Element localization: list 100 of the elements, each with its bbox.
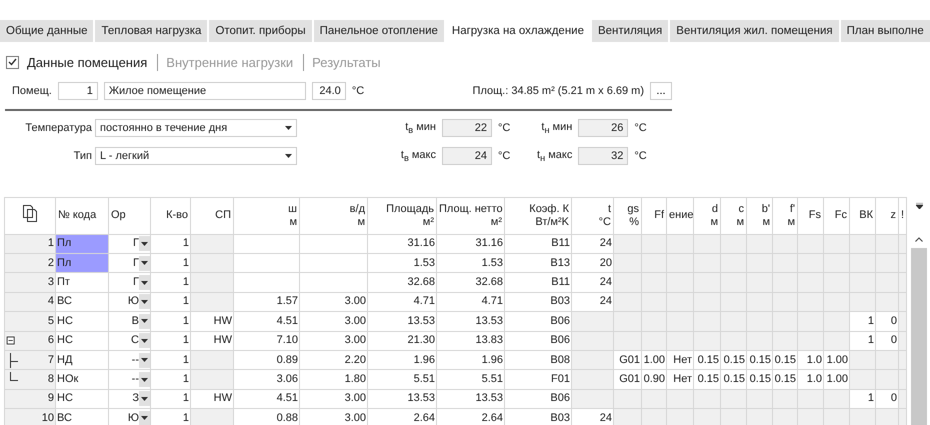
dropdown-button[interactable] xyxy=(139,333,150,348)
table-cell-text: Г xyxy=(132,236,139,252)
table-cell: B08 xyxy=(504,350,572,370)
table-cell xyxy=(850,292,876,312)
room-number-field[interactable]: 1 xyxy=(58,82,98,100)
dropdown-button[interactable] xyxy=(139,391,150,406)
row-number: 1 xyxy=(48,236,54,252)
row-number: 9 xyxy=(48,391,54,406)
tab[interactable]: Панельное отопление xyxy=(314,20,444,42)
dropdown-button[interactable] xyxy=(139,314,150,329)
unit-label: °C xyxy=(352,85,364,97)
table-cell xyxy=(824,234,850,254)
checkbox[interactable] xyxy=(6,56,19,68)
column-header: Площадь м² xyxy=(368,198,436,234)
table-cell: B11 xyxy=(504,234,572,254)
table-cell xyxy=(824,331,850,350)
table-cell: 0.15 xyxy=(694,350,720,370)
table-cell: HW xyxy=(190,312,234,332)
tab[interactable]: Вентиляция xyxy=(592,20,668,42)
table-cell: 1.00 xyxy=(824,350,850,370)
section-tab[interactable]: Данные помещения xyxy=(25,54,152,70)
table-cell xyxy=(746,253,772,273)
table-cell: 1.0 xyxy=(798,350,824,370)
dropdown-button[interactable] xyxy=(139,410,150,425)
temperature-field[interactable]: 24.0 xyxy=(312,82,346,100)
table-cell: 1.57 xyxy=(234,292,300,312)
table-cell xyxy=(572,389,614,409)
table-cell xyxy=(666,234,694,254)
table-cell: 3.00 xyxy=(300,312,368,332)
table-cell xyxy=(720,331,746,350)
table-cell: G01 xyxy=(614,350,642,370)
table-cell: B03 xyxy=(504,408,572,425)
table-cell: 1.96 xyxy=(436,350,504,370)
caret-icon xyxy=(141,338,148,343)
table-cell xyxy=(824,408,850,425)
scroll-up-icon[interactable] xyxy=(915,237,923,242)
table-cell: 1 xyxy=(150,350,190,370)
table-cell: B11 xyxy=(504,272,572,292)
table-cell xyxy=(614,389,642,409)
table-cell: Пл xyxy=(56,234,108,254)
table-cell: 0.15 xyxy=(720,370,746,390)
table-cell: 1.80 xyxy=(300,370,368,390)
table-cell: НС xyxy=(56,331,108,350)
table-cell: 0.15 xyxy=(772,350,798,370)
table-cell xyxy=(876,234,898,254)
table-cell xyxy=(720,272,746,292)
table-cell xyxy=(824,389,850,409)
table-cell: B06 xyxy=(504,331,572,350)
tab[interactable]: Отопит. приборы xyxy=(209,20,312,42)
table-cell xyxy=(772,292,798,312)
table-cell: НС xyxy=(56,312,108,332)
table-cell xyxy=(746,234,772,254)
room-name-field[interactable]: Жилое помещение xyxy=(104,82,306,100)
table-cell: 5.51 xyxy=(436,370,504,390)
dropdown-arrow-icon[interactable] xyxy=(916,203,922,209)
table-cell: 1 xyxy=(150,370,190,390)
table-cell: 4.71 xyxy=(368,292,436,312)
table-cell-text: Г xyxy=(132,275,139,290)
tab[interactable]: Общие данные xyxy=(0,20,94,42)
table-cell-text: Г xyxy=(132,256,139,271)
table-cell xyxy=(798,272,824,292)
unit-label: °C xyxy=(634,122,647,134)
tab[interactable]: Вентиляция жил. помещения xyxy=(670,20,839,42)
dropdown[interactable]: L - легкий xyxy=(95,147,297,165)
table-cell: 13.53 xyxy=(436,389,504,409)
dropdown-button[interactable] xyxy=(139,294,150,310)
tab[interactable]: План выполне xyxy=(840,20,930,42)
table-cell xyxy=(234,253,300,273)
dropdown-button[interactable] xyxy=(139,352,150,368)
column-header: d м xyxy=(694,198,720,234)
table-cell xyxy=(642,331,666,350)
table-cell xyxy=(720,389,746,409)
more-button[interactable]: ... xyxy=(650,82,672,100)
table-cell: 1.53 xyxy=(368,253,436,273)
table-cell: Нет xyxy=(666,370,694,390)
dropdown-button[interactable] xyxy=(139,236,150,252)
table-cell xyxy=(666,312,694,332)
copy-icon[interactable] xyxy=(23,205,37,222)
caret-icon xyxy=(141,378,148,382)
table-cell: 4.71 xyxy=(436,292,504,312)
table-cell xyxy=(190,408,234,425)
tab[interactable]: Тепловая нагрузка xyxy=(95,20,208,42)
caret-icon xyxy=(141,358,148,362)
dropdown[interactable]: постоянно в течение дня xyxy=(95,119,297,137)
table-cell xyxy=(772,272,798,292)
table-cell-text: -- xyxy=(130,372,139,388)
table-cell: 1 xyxy=(850,389,876,409)
table-cell xyxy=(614,234,642,254)
table-cell xyxy=(642,292,666,312)
table-cell: 24 xyxy=(572,408,614,425)
dropdown-button[interactable] xyxy=(139,275,150,290)
table-cell xyxy=(746,408,772,425)
table-cell xyxy=(720,253,746,273)
dropdown-button[interactable] xyxy=(139,372,150,388)
dropdown-button[interactable] xyxy=(139,256,150,271)
readonly-field: 26 xyxy=(578,119,628,137)
table-cell: 0.89 xyxy=(234,350,300,370)
table-cell: HW xyxy=(190,331,234,350)
table-cell xyxy=(694,292,720,312)
caret-icon xyxy=(141,416,148,420)
